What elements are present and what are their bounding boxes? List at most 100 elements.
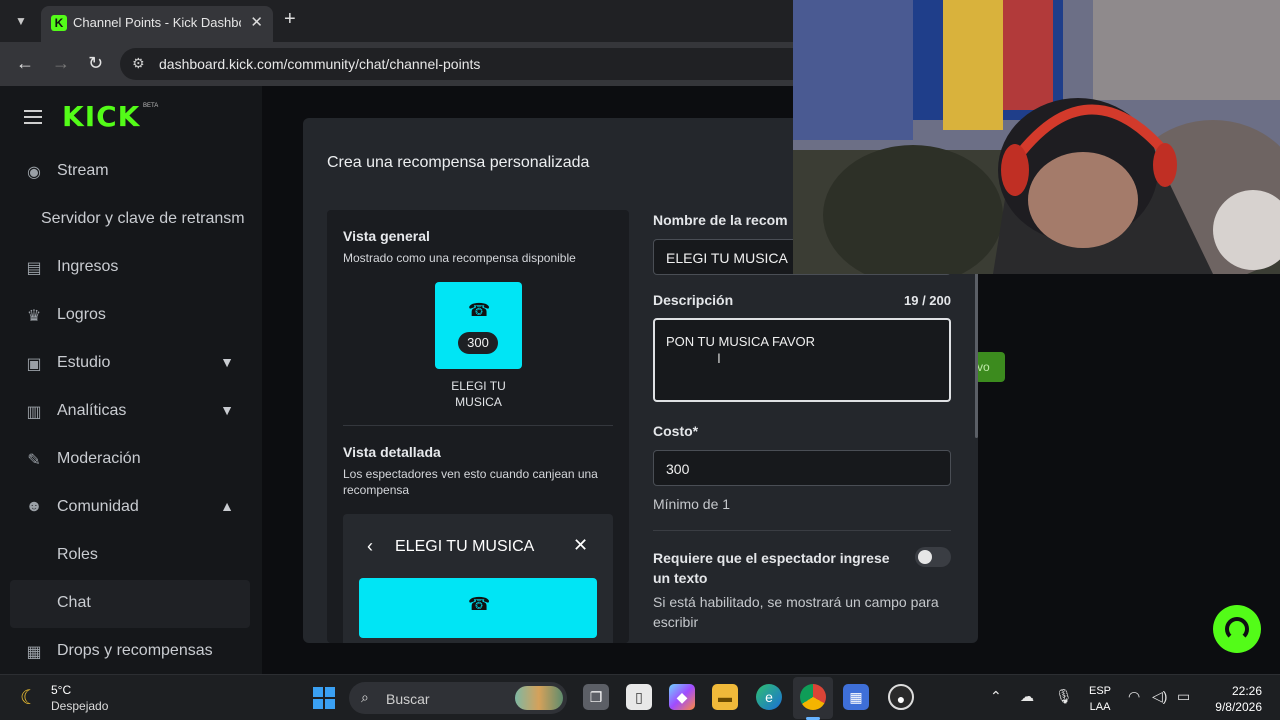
- moon-icon[interactable]: ☾: [20, 685, 38, 710]
- trophy-icon: ♛: [26, 308, 42, 325]
- detail-preview-title: ELEGI TU MUSICA: [395, 538, 535, 555]
- description-value: PON TU MUSICA FAVOR: [666, 334, 816, 349]
- detail-heading: Vista detallada: [343, 444, 441, 460]
- create-new-button[interactable]: vo: [975, 352, 1005, 382]
- kick-favicon-icon: K: [51, 15, 67, 31]
- wifi-icon[interactable]: ◠: [1128, 688, 1140, 705]
- sidebar-item-server-key[interactable]: Servidor y clave de retransm: [0, 196, 262, 244]
- headset-icon: [1225, 617, 1249, 641]
- description-textarea[interactable]: PON TU MUSICA FAVOR I: [653, 318, 951, 402]
- tab-search-button[interactable]: ▼: [8, 9, 34, 33]
- treasure-chest-icon: ☎: [468, 300, 491, 320]
- tab-close-icon[interactable]: ✕: [250, 13, 263, 31]
- cost-value: 300: [666, 461, 690, 477]
- gift-icon: ▦: [26, 644, 42, 661]
- kick-logo[interactable]: KICK: [62, 100, 140, 133]
- broadcast-icon: ◉: [27, 164, 41, 181]
- divider: [343, 425, 613, 426]
- overview-subtitle: Mostrado como una recompensa disponible: [343, 251, 576, 265]
- chevron-left-icon: ‹: [367, 536, 373, 556]
- file-icon[interactable]: ▯: [626, 684, 652, 710]
- browser-tab[interactable]: K Channel Points - Kick Dashboard ✕: [41, 6, 273, 42]
- reward-card-preview: ☎ 300: [435, 282, 522, 369]
- taskbar-search[interactable]: ⌕ Buscar: [349, 682, 567, 714]
- modal-scrollbar[interactable]: [975, 268, 978, 438]
- sidebar-item-label: Drops y recompensas: [57, 642, 213, 659]
- sidebar-item-label: Stream: [57, 162, 109, 179]
- chevron-up-icon: ▲: [220, 498, 234, 514]
- cost-hint: Mínimo de 1: [653, 496, 731, 512]
- overview-heading: Vista general: [343, 228, 430, 244]
- chevron-down-icon: ▼: [220, 402, 234, 418]
- search-icon: ⌕: [361, 689, 369, 705]
- reload-button[interactable]: ↻: [88, 53, 103, 74]
- detail-subtitle: Los espectadores ven esto cuando canjean…: [343, 467, 598, 497]
- sidebar-item-drops[interactable]: ▦ Drops y recompensas: [0, 628, 262, 676]
- sidebar-item-label: Analíticas: [57, 402, 127, 419]
- forward-button[interactable]: →: [52, 53, 70, 74]
- require-input-label: Requiere que el espectador ingrese un te…: [653, 550, 890, 586]
- url-text[interactable]: dashboard.kick.com/community/chat/channe…: [159, 56, 480, 72]
- sidebar-item-chat[interactable]: Chat: [10, 580, 250, 628]
- clock-time: 22:26: [1231, 684, 1262, 698]
- webcam-overlay: [793, 0, 1280, 274]
- language-indicator[interactable]: ESP LAA: [1089, 683, 1111, 715]
- support-button[interactable]: [1213, 605, 1261, 653]
- search-placeholder: Buscar: [386, 691, 430, 707]
- beta-badge: BETA: [143, 103, 159, 109]
- task-view-icon[interactable]: ❐: [583, 684, 609, 710]
- new-tab-button[interactable]: +: [284, 8, 296, 31]
- windows-taskbar: ☾ 5°C Despejado ⌕ Buscar ❐ ▯ ◆ ▬ e ▦ ● ⌃…: [0, 674, 1280, 720]
- weather-description[interactable]: Despejado: [51, 699, 108, 713]
- m365-copilot-icon[interactable]: ◆: [669, 684, 695, 710]
- battery-icon[interactable]: ▭: [1177, 688, 1190, 705]
- sidebar-item-analytics[interactable]: ▥ Analíticas ▼: [0, 388, 262, 436]
- modal-title: Crea una recompensa personalizada: [327, 154, 590, 171]
- sidebar-item-income[interactable]: ▤ Ingresos: [0, 244, 262, 292]
- sidebar-item-label: Servidor y clave de retransm: [41, 210, 245, 227]
- community-icon: ☻: [25, 498, 43, 515]
- store-icon[interactable]: ▦: [843, 684, 869, 710]
- sidebar-item-moderation[interactable]: ✎ Moderación: [0, 436, 262, 484]
- sidebar-item-studio[interactable]: ▣ Estudio ▼: [0, 340, 262, 388]
- microphone-icon[interactable]: 🎙: [1055, 688, 1073, 705]
- reward-preview-panel: Vista general Mostrado como una recompen…: [327, 210, 629, 643]
- system-clock[interactable]: 22:26 9/8/2026: [1210, 683, 1262, 715]
- tab-title: Channel Points - Kick Dashboard: [73, 15, 241, 30]
- onedrive-icon[interactable]: ☁: [1020, 688, 1034, 705]
- chrome-browser-icon[interactable]: [800, 684, 826, 710]
- keyboard-layout: LAA: [1089, 701, 1111, 713]
- reward-name-label: Nombre de la recom: [653, 212, 788, 228]
- weather-temperature[interactable]: 5°C: [51, 683, 71, 697]
- cost-label: Costo*: [653, 423, 699, 439]
- speaker-icon[interactable]: ◁): [1152, 688, 1167, 705]
- windows-start-icon[interactable]: [313, 687, 335, 709]
- edge-browser-icon[interactable]: e: [756, 684, 782, 710]
- chevron-up-icon[interactable]: ⌃: [990, 688, 1002, 705]
- obs-studio-icon[interactable]: ●: [888, 684, 914, 710]
- studio-icon: ▣: [26, 356, 42, 373]
- sidebar-item-community[interactable]: ☻ Comunidad ▲: [0, 484, 262, 532]
- description-label: Descripción: [653, 292, 734, 308]
- file-explorer-icon[interactable]: ▬: [712, 684, 738, 710]
- menu-icon[interactable]: [24, 110, 42, 128]
- treasure-chest-icon: ☎: [468, 594, 491, 614]
- chevron-down-icon: ▼: [220, 354, 234, 370]
- description-char-counter: 19 / 200: [904, 293, 951, 308]
- sidebar-item-roles[interactable]: Roles: [0, 532, 262, 580]
- text-cursor-icon: I: [717, 350, 721, 366]
- search-highlight-image: [515, 686, 563, 710]
- sidebar-item-label: Ingresos: [57, 258, 119, 275]
- back-button[interactable]: ←: [16, 53, 34, 74]
- webcam-feed-image: [793, 0, 1280, 274]
- cost-input[interactable]: 300: [653, 450, 951, 486]
- require-input-toggle[interactable]: [915, 547, 951, 567]
- language-code: ESP: [1089, 685, 1112, 697]
- sidebar: KICK BETA ◉ Stream Servidor y clave de r…: [0, 86, 262, 674]
- sidebar-item-stream[interactable]: ◉ Stream: [0, 148, 262, 196]
- sidebar-item-label: Logros: [57, 306, 106, 323]
- sidebar-item-achievements[interactable]: ♛ Logros: [0, 292, 262, 340]
- site-settings-icon[interactable]: ⚙: [132, 55, 145, 72]
- reward-name-value: ELEGI TU MUSICA: [666, 250, 788, 266]
- sidebar-item-label: Moderación: [57, 450, 141, 467]
